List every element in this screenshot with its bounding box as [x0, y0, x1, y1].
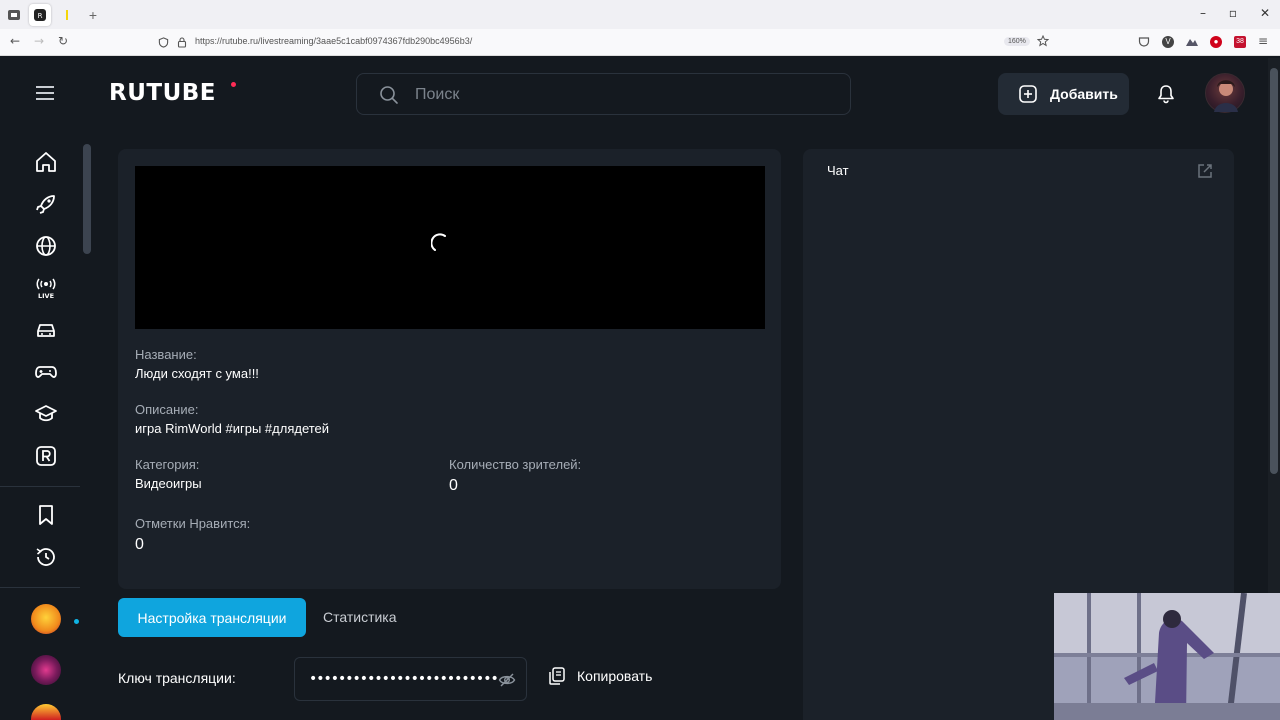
new-tab-button[interactable]: +	[82, 4, 104, 26]
search-box[interactable]	[356, 73, 851, 115]
sidebar-divider	[0, 486, 80, 487]
chat-title: Чат	[827, 163, 849, 178]
extension-red-icon[interactable]: ●	[1210, 36, 1222, 48]
rocket-icon[interactable]	[34, 192, 58, 216]
close-window-button[interactable]: ✕	[1250, 6, 1280, 20]
back-icon[interactable]: ←	[10, 34, 20, 48]
zoom-level[interactable]: 160%	[1004, 37, 1030, 46]
menu-icon[interactable]: ≡	[1258, 34, 1268, 48]
page-scrollbar-thumb[interactable]	[1270, 68, 1278, 474]
minimize-button[interactable]: –	[1188, 6, 1218, 20]
search-icon[interactable]	[379, 85, 399, 105]
category-value: Видеоигры	[135, 476, 202, 491]
rutube-logo[interactable]: RUTUBE	[109, 80, 216, 106]
copy-button-label: Копировать	[577, 668, 653, 684]
svg-text:LIVE: LIVE	[38, 292, 54, 300]
shield-icon[interactable]	[158, 37, 169, 48]
sidebar-divider-2	[0, 587, 80, 588]
globe-icon[interactable]	[34, 234, 58, 258]
add-button-label: Добавить	[1050, 86, 1118, 102]
history-icon[interactable]	[34, 545, 58, 569]
add-icon	[1019, 85, 1037, 103]
tab-stream-settings[interactable]: Настройка трансляции	[118, 598, 306, 637]
stream-key-field[interactable]	[294, 657, 527, 701]
car-icon[interactable]	[34, 318, 58, 342]
title-value: Люди сходят с ума!!!	[135, 366, 259, 381]
likes-label: Отметки Нравится:	[135, 516, 251, 531]
rutube-r-icon[interactable]	[34, 444, 58, 468]
education-icon[interactable]	[34, 402, 58, 426]
browser-tab-bar: R + – ▫ ✕	[0, 0, 1280, 29]
address-bar[interactable]: https://rutube.ru/livestreaming/3aae5c1c…	[150, 32, 1060, 53]
title-label: Название:	[135, 347, 197, 362]
extension-badge-icon[interactable]: 38	[1234, 36, 1246, 48]
tab-favicon-1[interactable]	[3, 4, 25, 26]
add-button[interactable]: Добавить	[998, 73, 1129, 115]
svg-text:R: R	[38, 12, 43, 20]
external-link-icon[interactable]	[1196, 162, 1214, 180]
category-label: Категория:	[135, 457, 200, 472]
notifications-bell-icon[interactable]	[1156, 84, 1176, 104]
channel-avatar-2[interactable]	[31, 655, 61, 685]
pocket-icon[interactable]	[1138, 36, 1150, 48]
lock-icon[interactable]	[177, 37, 187, 48]
channel-avatar-3[interactable]	[31, 704, 61, 720]
gamepad-icon[interactable]	[34, 360, 58, 384]
search-input[interactable]	[415, 86, 835, 104]
forward-icon[interactable]: →	[34, 34, 44, 48]
bookmark-star-icon[interactable]	[1037, 35, 1049, 47]
tab-statistics[interactable]: Статистика	[323, 609, 397, 625]
eye-hidden-icon[interactable]	[498, 671, 516, 689]
reload-icon[interactable]: ↻	[58, 34, 68, 48]
home-icon[interactable]	[34, 150, 58, 174]
url-text[interactable]: https://rutube.ru/livestreaming/3aae5c1c…	[195, 36, 472, 46]
copy-icon	[549, 667, 565, 685]
tab-favicon-3[interactable]	[56, 4, 78, 26]
restore-button[interactable]: ▫	[1218, 6, 1248, 20]
channel-avatar-pikachu[interactable]	[31, 604, 61, 634]
likes-value: 0	[135, 536, 144, 553]
description-value: игра RimWorld #игры #длядетей	[135, 421, 330, 436]
viewers-value: 0	[449, 477, 458, 494]
description-label: Описание:	[135, 402, 199, 417]
stream-key-input[interactable]	[309, 671, 499, 687]
extension-v-icon[interactable]: V	[1162, 36, 1174, 48]
hamburger-menu-icon[interactable]	[36, 86, 54, 100]
tab-rutube-active[interactable]: R	[29, 4, 51, 26]
extension-icon[interactable]	[1185, 36, 1199, 48]
live-icon[interactable]: LIVE	[34, 276, 58, 300]
browser-nav-bar: ← → ↻ https://rutube.ru/livestreaming/3a…	[0, 29, 1280, 56]
bookmark-icon[interactable]	[34, 503, 58, 527]
stream-key-label: Ключ трансляции:	[118, 670, 236, 686]
sidebar-scrollbar-thumb[interactable]	[83, 144, 91, 254]
online-indicator	[74, 619, 79, 624]
copy-button[interactable]: Копировать	[547, 666, 652, 686]
loading-spinner-icon	[431, 233, 446, 251]
viewers-label: Количество зрителей:	[449, 457, 582, 472]
webcam-overlay-image	[1054, 593, 1280, 720]
user-avatar[interactable]	[1205, 73, 1245, 113]
logo-dot	[231, 82, 236, 87]
